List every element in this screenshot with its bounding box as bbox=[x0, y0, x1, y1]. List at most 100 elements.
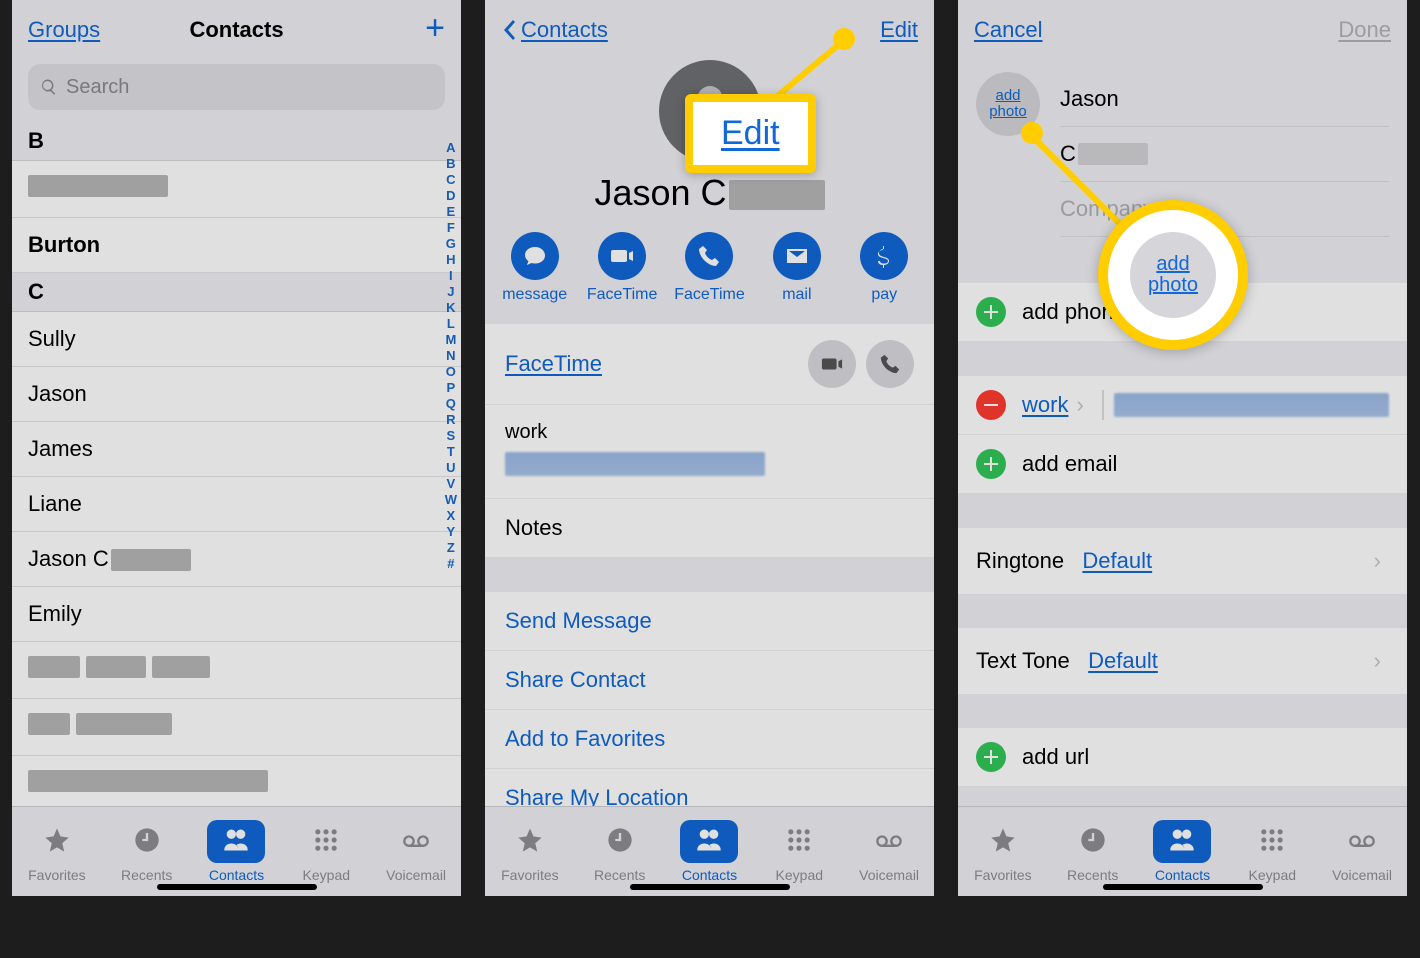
tab-favorites[interactable]: Favorites bbox=[958, 807, 1048, 896]
tab-voicemail[interactable]: Voicemail bbox=[1317, 807, 1407, 896]
facetime-video-quick[interactable] bbox=[808, 340, 856, 388]
phone-icon bbox=[697, 244, 721, 268]
search-icon bbox=[40, 78, 58, 96]
share-contact-link[interactable]: Share Contact bbox=[485, 651, 934, 710]
tab-keypad[interactable]: Keypad bbox=[281, 807, 371, 896]
alphabet-index[interactable]: ABCDEFGHIJKLMNOPQRSTUVWXYZ# bbox=[445, 140, 457, 572]
contacts-icon bbox=[1167, 826, 1197, 854]
ringtone-row[interactable]: Ringtone Default › bbox=[958, 528, 1407, 594]
tab-keypad[interactable]: Keypad bbox=[1227, 807, 1317, 896]
tab-recents[interactable]: Recents bbox=[102, 807, 192, 896]
contact-row-redacted[interactable] bbox=[12, 642, 461, 699]
facetime-row: FaceTime bbox=[485, 324, 934, 405]
search-input[interactable]: Search bbox=[28, 64, 445, 110]
contacts-icon bbox=[221, 826, 251, 854]
video-icon bbox=[610, 244, 634, 268]
contact-row[interactable]: Liane bbox=[12, 477, 461, 532]
plus-icon bbox=[976, 449, 1006, 479]
tab-keypad[interactable]: Keypad bbox=[754, 807, 844, 896]
texttone-row[interactable]: Text Tone Default › bbox=[958, 628, 1407, 694]
contact-row[interactable]: Jason C bbox=[12, 532, 461, 587]
callout-edit: Edit bbox=[685, 94, 816, 173]
add-favorites-link[interactable]: Add to Favorites bbox=[485, 710, 934, 769]
tab-voicemail[interactable]: Voicemail bbox=[844, 807, 934, 896]
chevron-left-icon bbox=[501, 18, 517, 42]
contact-name: Jason C bbox=[485, 172, 934, 214]
facetime-video-button[interactable]: FaceTime bbox=[582, 232, 662, 304]
star-icon bbox=[515, 826, 545, 854]
chevron-right-icon: › bbox=[1076, 392, 1083, 418]
mail-icon bbox=[785, 244, 809, 268]
tab-contacts[interactable]: Contacts bbox=[1138, 807, 1228, 896]
section-header-b: B bbox=[12, 122, 461, 161]
contact-row-redacted[interactable] bbox=[12, 161, 461, 218]
notes-field[interactable]: Notes bbox=[485, 499, 934, 558]
contacts-list-screen: Groups Contacts + Search B Burton C Sull… bbox=[12, 0, 461, 896]
phone-icon bbox=[879, 353, 901, 375]
mail-button[interactable]: mail bbox=[757, 232, 837, 304]
clock-icon bbox=[1078, 826, 1108, 854]
contact-row[interactable]: Sully bbox=[12, 312, 461, 367]
voicemail-icon bbox=[874, 826, 904, 854]
add-contact-button[interactable]: + bbox=[425, 9, 445, 48]
tab-contacts[interactable]: Contacts bbox=[665, 807, 755, 896]
done-button[interactable]: Done bbox=[1338, 17, 1391, 43]
screen-title: Contacts bbox=[189, 17, 283, 43]
home-indicator[interactable] bbox=[1103, 884, 1263, 890]
tab-recents[interactable]: Recents bbox=[575, 807, 665, 896]
video-icon bbox=[821, 353, 843, 375]
work-email-row[interactable]: work › bbox=[958, 376, 1407, 435]
message-button[interactable]: message bbox=[495, 232, 575, 304]
dollar-icon bbox=[872, 244, 896, 268]
tab-favorites[interactable]: Favorites bbox=[485, 807, 575, 896]
groups-link[interactable]: Groups bbox=[28, 17, 100, 43]
tab-favorites[interactable]: Favorites bbox=[12, 807, 102, 896]
clock-icon bbox=[605, 826, 635, 854]
pay-button[interactable]: pay bbox=[844, 232, 924, 304]
tab-recents[interactable]: Recents bbox=[1048, 807, 1138, 896]
add-email-row[interactable]: add email bbox=[958, 435, 1407, 494]
contact-row[interactable]: Emily bbox=[12, 587, 461, 642]
home-indicator[interactable] bbox=[157, 884, 317, 890]
contact-row[interactable]: James bbox=[12, 422, 461, 477]
star-icon bbox=[988, 826, 1018, 854]
facetime-audio-quick[interactable] bbox=[866, 340, 914, 388]
work-field[interactable]: work bbox=[485, 405, 934, 499]
keypad-icon bbox=[1257, 826, 1287, 854]
tab-bar: Favorites Recents Contacts Keypad Voicem… bbox=[958, 806, 1407, 896]
minus-icon bbox=[976, 390, 1006, 420]
back-button[interactable]: Contacts bbox=[501, 17, 608, 43]
message-icon bbox=[523, 244, 547, 268]
chevron-right-icon: › bbox=[1374, 548, 1381, 574]
contact-row-redacted[interactable] bbox=[12, 756, 461, 813]
keypad-icon bbox=[784, 826, 814, 854]
clock-icon bbox=[132, 826, 162, 854]
tab-bar: Favorites Recents Contacts Keypad Voicem… bbox=[12, 806, 461, 896]
contact-row[interactable]: Jason bbox=[12, 367, 461, 422]
add-url-row[interactable]: add url bbox=[958, 728, 1407, 787]
callout-add-photo: addphoto bbox=[1098, 200, 1248, 350]
contact-detail-screen: Contacts Edit Jason C message FaceTime F… bbox=[485, 0, 934, 896]
facetime-audio-button[interactable]: FaceTime bbox=[669, 232, 749, 304]
contact-row-burton[interactable]: Burton bbox=[12, 218, 461, 273]
cancel-button[interactable]: Cancel bbox=[974, 17, 1042, 43]
section-header-c: C bbox=[12, 273, 461, 312]
edit-button[interactable]: Edit bbox=[880, 17, 918, 43]
chevron-right-icon: › bbox=[1374, 648, 1381, 674]
plus-icon bbox=[976, 297, 1006, 327]
edit-contact-screen: Cancel Done addphoto Jason C Company add… bbox=[958, 0, 1407, 896]
tab-voicemail[interactable]: Voicemail bbox=[371, 807, 461, 896]
voicemail-icon bbox=[1347, 826, 1377, 854]
contacts-icon bbox=[694, 826, 724, 854]
tab-contacts[interactable]: Contacts bbox=[192, 807, 282, 896]
plus-icon bbox=[976, 742, 1006, 772]
voicemail-icon bbox=[401, 826, 431, 854]
last-name-field[interactable]: C bbox=[1060, 127, 1389, 182]
contact-row-redacted[interactable] bbox=[12, 699, 461, 756]
send-message-link[interactable]: Send Message bbox=[485, 592, 934, 651]
tab-bar: Favorites Recents Contacts Keypad Voicem… bbox=[485, 806, 934, 896]
home-indicator[interactable] bbox=[630, 884, 790, 890]
first-name-field[interactable]: Jason bbox=[1060, 72, 1389, 127]
star-icon bbox=[42, 826, 72, 854]
search-placeholder: Search bbox=[66, 76, 129, 99]
